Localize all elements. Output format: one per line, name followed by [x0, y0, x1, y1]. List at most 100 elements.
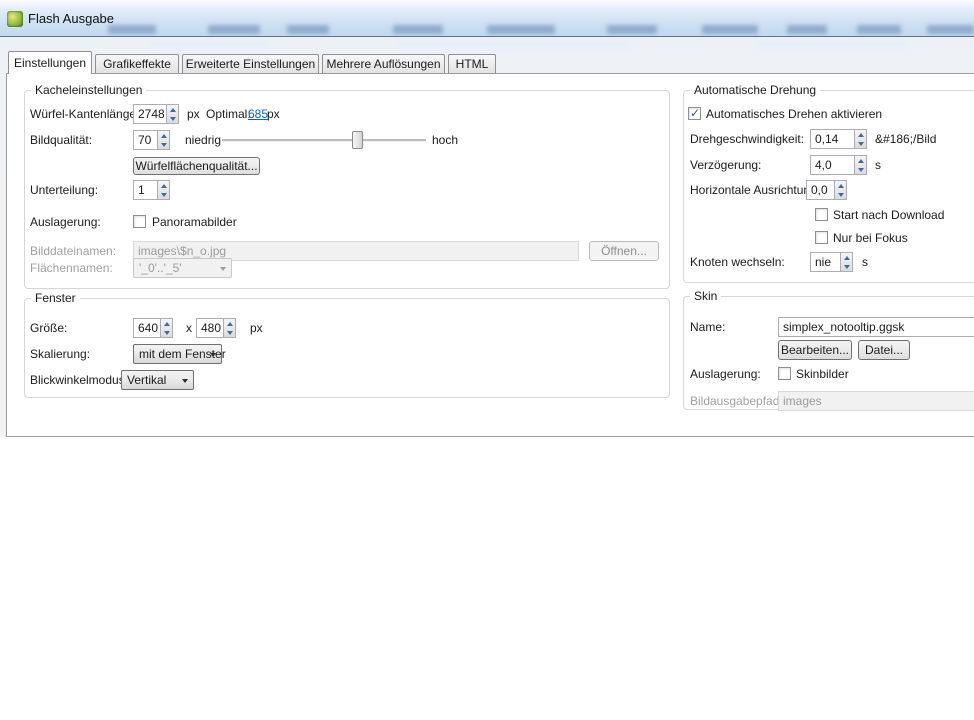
spin-up-button[interactable] — [158, 131, 169, 140]
glass-artifact — [927, 25, 974, 34]
spin-down-button[interactable] — [161, 328, 172, 337]
spin-down-button[interactable] — [158, 140, 169, 149]
skin-name-label: Name: — [690, 321, 725, 334]
glass-artifact — [758, 41, 906, 49]
glass-artifact — [787, 25, 827, 34]
group-title: Fenster — [31, 292, 80, 305]
panorama-images-checkbox[interactable] — [133, 215, 146, 228]
subdivision-spinner-buttons[interactable] — [157, 180, 170, 200]
auto-rotate-enable-label: Automatisches Drehen aktivieren — [706, 108, 882, 121]
skin-outsourcing-label: Auslagerung: — [690, 368, 761, 381]
delay-spinner-buttons[interactable] — [854, 155, 867, 175]
edit-skin-button[interactable]: Bearbeiten... — [778, 340, 852, 360]
optimal-label: Optimal: — [206, 108, 251, 121]
spin-down-button[interactable] — [855, 165, 866, 174]
scaling-dropdown[interactable]: mit dem Fenster — [133, 344, 222, 364]
size-height-spinner-buttons[interactable] — [223, 318, 236, 338]
skin-name-input[interactable] — [778, 317, 974, 337]
spin-down-button[interactable] — [841, 262, 852, 271]
size-unit: px — [250, 322, 263, 335]
spin-up-button[interactable] — [224, 319, 235, 328]
spin-down-button[interactable] — [158, 190, 169, 199]
cube-edge-spinbox — [133, 104, 179, 124]
rotation-speed-label: Drehgeschwindigkeit: — [690, 133, 804, 146]
optimal-unit: px — [267, 108, 280, 121]
tab-erweiterte-einstellungen[interactable]: Erweiterte Einstellungen — [182, 54, 319, 73]
rotation-speed-input[interactable] — [810, 129, 855, 149]
delay-input[interactable] — [810, 155, 855, 175]
group-title: Kacheleinstellungen — [31, 84, 146, 97]
spin-down-button[interactable] — [224, 328, 235, 337]
spin-up-button[interactable] — [841, 253, 852, 262]
spin-up-button[interactable] — [855, 156, 866, 165]
spin-up-button[interactable] — [855, 130, 866, 139]
image-quality-slider[interactable] — [222, 130, 426, 150]
tab-mehrere-aufloesungen[interactable]: Mehrere Auflösungen — [322, 54, 445, 73]
cube-edge-spinner-buttons[interactable] — [166, 104, 179, 124]
tab-grafikeffekte[interactable]: Grafikeffekte — [95, 54, 179, 73]
optimal-value-link[interactable]: 685 — [248, 108, 268, 121]
focus-only-checkbox[interactable] — [815, 231, 828, 244]
image-quality-input[interactable] — [133, 130, 158, 150]
size-width-spinner-buttons[interactable] — [160, 318, 173, 338]
group-title: Skin — [690, 290, 721, 303]
node-change-input[interactable] — [810, 252, 841, 272]
size-separator: x — [186, 322, 192, 335]
screen: Flash Ausgabe Einstellungen Grafikeffekt… — [0, 0, 974, 720]
horizontal-alignment-spinner-buttons[interactable] — [834, 180, 847, 200]
auto-rotate-enable-checkbox[interactable] — [688, 107, 701, 120]
delay-spinbox — [810, 155, 867, 175]
group-title: Automatische Drehung — [690, 84, 820, 97]
horizontal-alignment-label: Horizontale Ausrichtung: — [690, 184, 820, 197]
delay-unit: s — [875, 159, 881, 172]
quality-high-label: hoch — [432, 134, 458, 147]
rotation-speed-spinner-buttons[interactable] — [854, 129, 867, 149]
spin-up-button[interactable] — [167, 105, 178, 114]
scaling-label: Skalierung: — [30, 348, 90, 361]
glass-artifact — [208, 25, 260, 34]
spin-up-button[interactable] — [835, 181, 846, 190]
glass-artifact — [150, 41, 268, 49]
spin-up-button[interactable] — [158, 181, 169, 190]
image-output-path-input — [778, 391, 974, 411]
image-quality-spinbox — [133, 130, 170, 150]
spin-up-button[interactable] — [161, 319, 172, 328]
open-button: Öffnen... — [589, 241, 659, 261]
skin-file-button[interactable]: Datei... — [858, 340, 910, 360]
app-icon — [7, 11, 23, 27]
glass-artifact — [287, 25, 329, 34]
start-after-download-label: Start nach Download — [833, 209, 944, 222]
subdivision-input[interactable] — [133, 180, 158, 200]
size-height-input[interactable] — [196, 318, 224, 338]
outsourcing-label: Auslagerung: — [30, 216, 101, 229]
size-label: Größe: — [30, 322, 67, 335]
face-names-label: Flächennamen: — [30, 262, 113, 275]
tab-einstellungen[interactable]: Einstellungen — [8, 51, 92, 74]
horizontal-alignment-spinbox — [806, 180, 847, 200]
glass-artifact — [393, 25, 443, 34]
spin-down-button[interactable] — [835, 190, 846, 199]
glass-artifact — [487, 25, 555, 34]
tab-html[interactable]: HTML — [448, 54, 496, 73]
image-quality-label: Bildqualität: — [30, 134, 92, 147]
cube-edge-label: Würfel-Kantenlänge: — [30, 108, 139, 121]
window-title: Flash Ausgabe — [28, 11, 114, 26]
spin-down-button[interactable] — [855, 139, 866, 148]
size-width-input[interactable] — [133, 318, 161, 338]
skin-images-checkbox[interactable] — [778, 367, 791, 380]
horizontal-alignment-input[interactable] — [806, 180, 835, 200]
subdivision-label: Unterteilung: — [30, 184, 98, 197]
image-quality-spinner-buttons[interactable] — [157, 130, 170, 150]
view-mode-dropdown[interactable]: Vertikal — [121, 370, 194, 390]
face-names-dropdown: '_0'..'_5' — [133, 258, 232, 278]
titlebar[interactable]: Flash Ausgabe — [0, 0, 974, 37]
cube-edge-input[interactable] — [133, 104, 167, 124]
spin-down-button[interactable] — [167, 114, 178, 123]
slider-thumb[interactable] — [352, 131, 363, 149]
node-change-spinbox — [810, 252, 853, 272]
cube-face-quality-button[interactable]: Würfelflächenqualität... — [133, 157, 260, 175]
start-after-download-checkbox[interactable] — [815, 208, 828, 221]
node-change-spinner-buttons[interactable] — [840, 252, 853, 272]
cube-edge-unit: px — [187, 108, 200, 121]
subdivision-spinbox — [133, 180, 170, 200]
